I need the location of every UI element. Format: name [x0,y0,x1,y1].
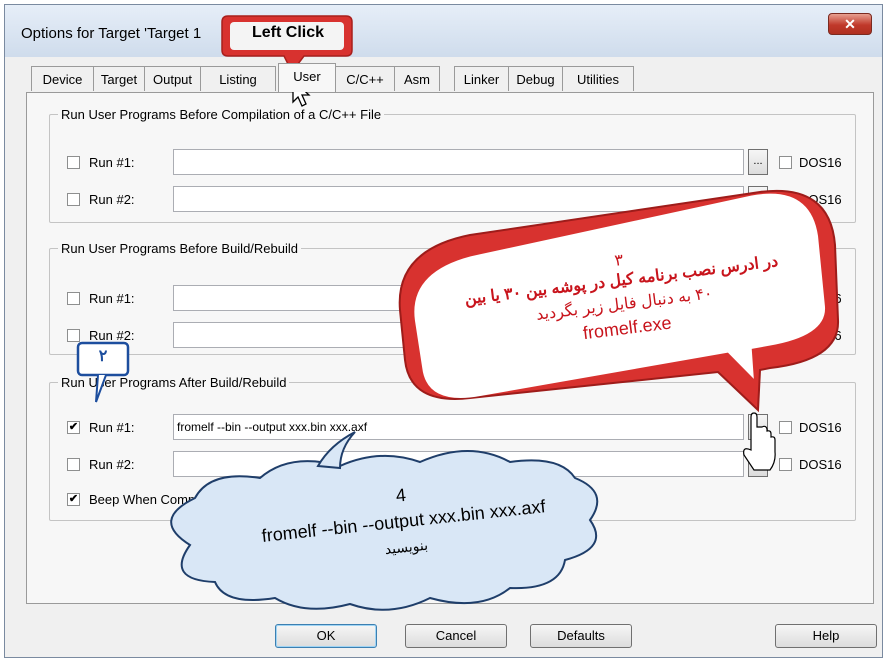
beep-label: Beep When Complete [89,492,217,507]
before-compile-run2-input[interactable] [173,186,744,212]
after-build-run2-input[interactable] [173,451,744,477]
run-label: Run #1: [89,291,135,306]
group-title: Run User Programs Before Build/Rebuild [61,241,298,256]
after-build-run1-dos16-checkbox[interactable] [779,421,792,434]
dos16-label: DOS16 [799,457,842,472]
after-build-run2-row: Run #2: ... DOS16 [50,451,855,479]
after-build-run1-row: ✔ Run #1: fromelf --bin --output xxx.bin… [50,414,855,442]
run-label: Run #1: [89,420,135,435]
tab-asm[interactable]: Asm [394,66,440,91]
before-compile-run1-input[interactable] [173,149,744,175]
tab-c-cpp[interactable]: C/C++ [335,66,395,91]
tab-user[interactable]: User [278,63,336,92]
before-build-run1-checkbox[interactable] [67,292,80,305]
before-compile-run2-checkbox[interactable] [67,193,80,206]
ok-button[interactable]: OK [275,624,377,648]
title-bar: Options for Target 'Target 1 ✕ [5,5,882,57]
after-build-run2-browse-button[interactable]: ... [748,451,768,477]
dos16-label: DOS16 [799,155,842,170]
before-compile-run1-checkbox[interactable] [67,156,80,169]
window-title: Options for Target 'Target 1 [21,25,202,42]
before-compile-run1-dos16-checkbox[interactable] [779,156,792,169]
run-label: Run #2: [89,192,135,207]
tab-listing[interactable]: Listing [200,66,276,91]
cancel-button[interactable]: Cancel [405,624,507,648]
defaults-button[interactable]: Defaults [530,624,632,648]
tab-utilities[interactable]: Utilities [562,66,634,91]
before-compile-run2-browse-button[interactable]: ... [748,186,768,212]
after-build-run1-checkbox[interactable]: ✔ [67,421,80,434]
left-click-label: Left Click [251,24,324,41]
before-compile-run1-row: Run #1: ... DOS16 [50,149,855,177]
tab-target[interactable]: Target [93,66,145,91]
after-build-run2-dos16-checkbox[interactable] [779,458,792,471]
help-button[interactable]: Help [775,624,877,648]
tab-linker[interactable]: Linker [454,66,509,91]
after-build-run1-input[interactable]: fromelf --bin --output xxx.bin xxx.axf [173,414,744,440]
close-icon: ✕ [844,16,856,32]
dos16-label: DOS16 [799,192,842,207]
group-before-compile: Run User Programs Before Compilation of … [49,107,856,223]
before-compile-run1-browse-button[interactable]: ... [748,149,768,175]
beep-checkbox[interactable]: ✔ [67,493,80,506]
before-compile-run2-row: Run #2: ... DOS16 [50,186,855,214]
run-label: Run #2: [89,457,135,472]
step2-number: ۲ [98,348,108,365]
group-title: Run User Programs Before Compilation of … [61,107,382,122]
after-build-run2-checkbox[interactable] [67,458,80,471]
before-compile-run2-dos16-checkbox[interactable] [779,193,792,206]
close-button[interactable]: ✕ [828,13,872,35]
after-build-run1-browse-button[interactable]: ... [748,414,768,440]
tab-device[interactable]: Device [31,66,94,91]
group-title: Run User Programs After Build/Rebuild [61,375,287,390]
tab-output[interactable]: Output [144,66,201,91]
dos16-label: DOS16 [799,420,842,435]
run-label: Run #2: [89,328,135,343]
before-build-run2-checkbox[interactable] [67,329,80,342]
tab-debug[interactable]: Debug [508,66,563,91]
run-label: Run #1: [89,155,135,170]
